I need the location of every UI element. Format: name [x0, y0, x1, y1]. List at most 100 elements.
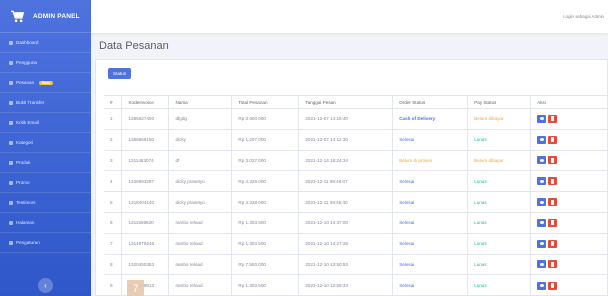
sidebar-toggle-button[interactable]: ‹	[38, 278, 53, 293]
sidebar-item-label: Dashboard	[16, 40, 39, 45]
cell-total: Rp 3.037.000	[231, 149, 300, 171]
sidebar-item-kritik-email[interactable]: Kritik Email	[0, 113, 91, 133]
sidebar-item-label: Testimoni	[16, 200, 36, 205]
cell-pay-status: Lunas	[467, 253, 532, 275]
cell-order-status: Selesai	[392, 253, 469, 275]
users-icon	[9, 60, 13, 65]
cell-nama: df	[168, 149, 233, 171]
view-icon[interactable]	[537, 135, 547, 144]
col-invoice: KodeInvoice	[121, 95, 170, 109]
cell-pay-status: Belum dibayar	[467, 108, 532, 130]
table-row: 3 1311483074 df Rp 3.037.000 2021-12-14 19:2…	[104, 149, 608, 171]
sidebar-item-bukti-transfer[interactable]: Bukti Transfer	[0, 93, 91, 113]
delete-icon[interactable]	[548, 218, 558, 227]
cell-no: 5	[104, 191, 123, 213]
cell-order-status: Selesai	[392, 170, 469, 192]
cell-pay-status: Belum dibayar	[467, 149, 532, 171]
cell-pay-status: Lunas	[467, 232, 532, 255]
col-pay-status: Pay Status	[467, 95, 532, 109]
delete-icon[interactable]	[548, 114, 558, 123]
table-row: 1 1385627400 dfgdg Rp 3.900.000 2021-12-07 1…	[104, 108, 608, 130]
cell-no: 9	[104, 274, 123, 296]
cell-pay-status: Lunas	[467, 170, 532, 192]
cell-nama: dicky prasetyo	[168, 191, 233, 213]
brand[interactable]: ADMIN PANEL	[0, 0, 91, 33]
cell-total: Rp 3.900.000	[231, 108, 300, 130]
view-icon[interactable]	[537, 177, 547, 186]
cell-invoice: 1385627400	[121, 108, 170, 130]
sidebar-item-pengaturan[interactable]: Pengaturan	[0, 233, 91, 253]
table-row: 2 1388868150 dicky Rp 1.207.000 2021-12-07 1…	[104, 128, 608, 151]
cell-total: Rp 1.207.000	[231, 128, 300, 151]
cell-order-status: Selesai	[392, 232, 469, 255]
page-title: Data Pesanan	[99, 40, 169, 52]
sidebar-item-label: Halaman	[16, 220, 35, 225]
status-button[interactable]: Status	[108, 68, 132, 79]
sidebar-item-label: Bukti Transfer	[16, 100, 45, 105]
delete-icon[interactable]	[548, 177, 558, 186]
delete-icon[interactable]	[548, 135, 558, 144]
testimonial-icon	[9, 200, 13, 205]
delete-icon[interactable]	[548, 198, 558, 207]
sidebar-item-testimoni[interactable]: Testimoni	[0, 193, 91, 213]
sidebar-item-label: Promo	[16, 180, 30, 185]
promo-icon	[9, 180, 13, 185]
cell-pay-status: Lunas	[467, 211, 532, 234]
cell-aksi	[530, 253, 608, 275]
cell-order-status: Cash of Delivery	[392, 108, 469, 130]
cell-aksi	[530, 149, 608, 171]
login-info[interactable]: Login sebagai Admin	[563, 14, 604, 19]
cell-aksi	[530, 191, 608, 213]
cell-no: 4	[104, 170, 123, 192]
table-row: 91332159813rambo reloadRp 1.303.5002021-…	[104, 274, 608, 296]
cell-aksi	[530, 128, 608, 151]
cell-aksi	[530, 211, 608, 234]
orders-icon	[9, 80, 13, 85]
cell-order-status: Selesai	[392, 128, 469, 151]
view-icon[interactable]	[537, 156, 547, 165]
table-row: 8 1320450353 rambo reload Rp 7.500.000 2021-…	[104, 253, 608, 275]
cell-tanggal: 2021-12-11 08:48:07	[298, 170, 394, 192]
cell-nama: rambo reload	[168, 274, 233, 296]
delete-icon[interactable]	[548, 260, 558, 269]
cell-total: Rp 4.328.000	[231, 191, 300, 213]
view-icon[interactable]	[537, 281, 547, 290]
cell-tanggal: 2021-12-10 12:58:33	[298, 274, 394, 296]
cell-nama: rambo reload	[168, 253, 233, 275]
cell-nama: dfgdg	[168, 108, 233, 130]
delete-icon[interactable]	[548, 156, 558, 165]
sidebar-item-pengguna[interactable]: Pengguna	[0, 53, 91, 73]
delete-icon[interactable]	[548, 281, 558, 290]
cell-no: 7	[104, 232, 123, 255]
sidebar-item-label: Pengaturan	[16, 240, 40, 245]
cell-invoice: 1338993287	[121, 170, 170, 192]
view-icon[interactable]	[537, 260, 547, 269]
col-aksi: Aksi	[530, 95, 608, 109]
cell-tanggal: 2021-12-11 08:45:40	[298, 191, 394, 213]
cell-no: 8	[104, 253, 123, 275]
sidebar-item-dashboard[interactable]: Dashboard	[0, 33, 91, 53]
cell-total: Rp 1.303.500	[231, 274, 300, 296]
view-icon[interactable]	[537, 218, 547, 227]
cell-aksi	[530, 108, 608, 130]
cell-invoice: 1388868150	[121, 128, 170, 151]
table-row: 5 1318404140 dicky prasetyo Rp 4.328.000 202…	[104, 191, 608, 213]
sidebar-item-halaman[interactable]: Halaman	[0, 213, 91, 233]
delete-icon[interactable]	[548, 239, 558, 248]
sidebar-item-promo[interactable]: Promo	[0, 173, 91, 193]
cell-aksi	[530, 232, 608, 255]
sidebar-item-produk[interactable]: Produk	[0, 153, 91, 173]
view-icon[interactable]	[537, 114, 547, 123]
page-icon	[9, 220, 13, 225]
view-icon[interactable]	[537, 239, 547, 248]
overlay-badge: 7	[127, 280, 144, 296]
sidebar-item-label: Kategori	[16, 140, 34, 145]
sidebar-item-kategori[interactable]: Kategori	[0, 133, 91, 153]
dashboard-icon	[9, 40, 13, 45]
cell-no: 2	[104, 128, 123, 151]
sidebar-item-pesanan[interactable]: Pesanan Baru	[0, 73, 91, 93]
cell-tanggal: 2021-12-14 19:24:34	[298, 149, 394, 171]
cell-nama: rambo reload	[168, 232, 233, 255]
view-icon[interactable]	[537, 198, 547, 207]
cell-order-status: Selesai	[392, 211, 469, 234]
